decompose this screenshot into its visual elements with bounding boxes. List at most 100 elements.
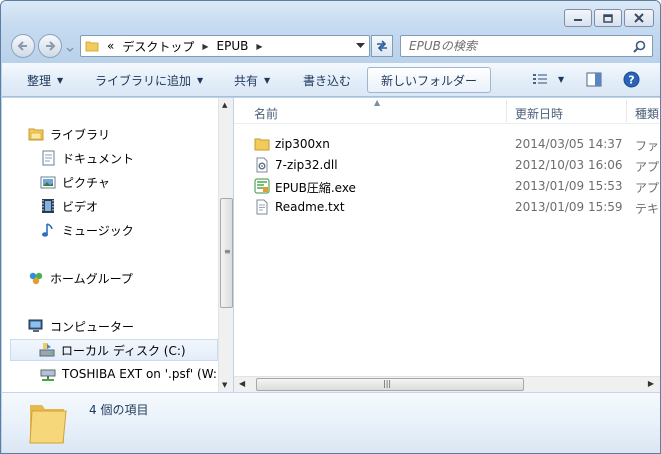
window-controls: [564, 9, 654, 27]
arrow-right-icon: [46, 41, 56, 51]
nav-item-libraries[interactable]: ライブラリ: [28, 123, 243, 145]
chevron-right-icon[interactable]: ▶: [256, 42, 262, 51]
close-icon: [634, 13, 644, 23]
nav-label: コンピューター: [50, 319, 135, 334]
chevron-down-icon: ▼: [264, 76, 271, 85]
burn-label: 書き込む: [303, 74, 352, 88]
network-drive-icon: [40, 366, 56, 382]
file-date: 2014/03/05 14:37: [515, 137, 623, 151]
scroll-up-icon[interactable]: ▲: [222, 101, 227, 109]
chevron-down-icon: ▼: [558, 74, 565, 84]
file-date: 2012/10/03 16:06: [515, 158, 623, 172]
add-to-library-label: ライブラリに追加: [95, 74, 192, 88]
library-icon: [28, 126, 44, 142]
organize-label: 整理: [27, 74, 52, 88]
nav-label: ライブラリ: [50, 127, 111, 142]
grip-icon: ≡: [224, 247, 231, 256]
minimize-button[interactable]: [564, 9, 592, 27]
sort-ascending-icon: ▲: [374, 98, 381, 107]
nav-label: ドキュメント: [62, 151, 135, 166]
preview-pane-button[interactable]: [586, 72, 602, 90]
scroll-right-icon[interactable]: ▶: [648, 379, 654, 388]
nav-item-network-drive[interactable]: TOSHIBA EXT on '.psf' (W:: [40, 363, 218, 385]
column-date[interactable]: 更新日時: [515, 105, 563, 122]
scrollbar-thumb[interactable]: |||: [256, 378, 524, 391]
breadcrumb-desktop[interactable]: デスクトップ: [122, 38, 194, 55]
column-type[interactable]: 種類: [635, 105, 659, 122]
navigation-pane: ライブラリ ドキュメント ピクチャ ビデオ ミュージック ホームグループ コンピ…: [2, 98, 233, 392]
share-menu[interactable]: 共有 ▼: [234, 72, 270, 89]
file-row[interactable]: Readme.txt 2013/01/09 15:59 テキ: [234, 196, 660, 218]
nav-pane-scrollbar[interactable]: ▲ ≡ ▼: [218, 98, 233, 392]
column-divider[interactable]: [506, 100, 507, 122]
file-name: Readme.txt: [275, 200, 345, 214]
item-count: 4 個の項目: [89, 403, 149, 417]
forward-button[interactable]: [38, 34, 62, 58]
file-type: アプ: [635, 160, 660, 174]
nav-item-homegroup[interactable]: ホームグループ: [28, 267, 243, 289]
nav-label: ビデオ: [62, 199, 99, 214]
scroll-down-icon[interactable]: ▼: [222, 381, 227, 389]
nav-label: ローカル ディスク (C:): [61, 343, 186, 358]
file-type: ファ: [635, 139, 660, 153]
picture-icon: [40, 174, 56, 190]
file-row[interactable]: zip300xn 2014/03/05 14:37 ファ: [234, 133, 660, 155]
hard-drive-icon: [39, 342, 55, 358]
search-icon[interactable]: [633, 40, 646, 53]
help-icon: ?: [623, 71, 640, 88]
explorer-window: « デスクトップ ▶ EPUB ▶ 整理 ▼ ライブラリに追加 ▼ 共有 ▼: [0, 0, 661, 454]
preview-pane-icon: [586, 72, 602, 87]
recent-pages-dropdown[interactable]: [66, 42, 74, 56]
new-folder-label: 新しいフォルダー: [380, 73, 477, 88]
chevron-down-icon: ▼: [197, 76, 204, 85]
text-file-icon: [256, 199, 268, 215]
help-button[interactable]: ?: [623, 71, 640, 91]
refresh-icon: [377, 40, 387, 52]
address-bar[interactable]: « デスクトップ ▶ EPUB ▶: [80, 35, 370, 57]
exe-file-icon: [254, 178, 270, 194]
breadcrumb-overflow[interactable]: «: [107, 39, 114, 53]
nav-label: ホームグループ: [50, 271, 133, 286]
file-type: アプ: [635, 181, 660, 195]
music-note-icon: [40, 222, 56, 238]
file-row[interactable]: EPUB圧縮.exe 2013/01/09 15:53 アプ: [234, 175, 660, 197]
arrow-left-icon: [17, 41, 27, 51]
computer-icon: [28, 318, 44, 334]
search-box: [400, 35, 653, 57]
grip-icon: |||: [383, 379, 392, 388]
share-label: 共有: [234, 74, 259, 88]
organize-menu[interactable]: 整理 ▼: [27, 72, 63, 89]
address-history-dropdown[interactable]: [356, 43, 365, 49]
new-folder-button[interactable]: 新しいフォルダー: [367, 67, 491, 93]
refresh-button[interactable]: [371, 35, 393, 57]
chevron-right-icon[interactable]: ▶: [202, 42, 208, 51]
file-date: 2013/01/09 15:53: [515, 179, 623, 193]
back-button[interactable]: [11, 34, 35, 58]
add-to-library-menu[interactable]: ライブラリに追加 ▼: [95, 72, 203, 89]
file-list-pane: ▲ 名前 更新日時 種類 zip300xn 2014/03/05 14:37 フ…: [234, 98, 660, 392]
column-name[interactable]: 名前: [254, 105, 278, 122]
maximize-button[interactable]: [594, 9, 622, 27]
scroll-left-icon[interactable]: ◀: [239, 379, 245, 388]
chevron-down-icon: ▼: [57, 76, 64, 85]
file-name: EPUB圧縮.exe: [275, 181, 356, 195]
folder-icon: [29, 405, 67, 444]
scrollbar-thumb[interactable]: ≡: [220, 198, 233, 308]
nav-item-computer[interactable]: コンピューター: [28, 315, 243, 337]
folder-icon: [254, 138, 270, 151]
homegroup-icon: [28, 270, 44, 286]
burn-button[interactable]: 書き込む: [303, 72, 351, 89]
folder-icon: [85, 41, 99, 52]
file-pane-horizontal-scrollbar[interactable]: ◀ ||| ▶: [234, 376, 660, 392]
nav-label: ピクチャ: [62, 175, 110, 190]
nav-label: TOSHIBA EXT on '.psf' (W:: [62, 367, 217, 381]
change-view-button[interactable]: ▼: [532, 72, 564, 86]
file-name: zip300xn: [275, 137, 330, 151]
nav-item-local-disk[interactable]: ローカル ディスク (C:): [10, 339, 218, 361]
search-input[interactable]: [401, 36, 621, 56]
close-button[interactable]: [624, 9, 654, 27]
breadcrumb-epub[interactable]: EPUB: [217, 39, 249, 53]
file-row[interactable]: 7-zip32.dll 2012/10/03 16:06 アプ: [234, 154, 660, 176]
view-list-icon: [533, 74, 547, 84]
column-divider[interactable]: [626, 100, 627, 122]
